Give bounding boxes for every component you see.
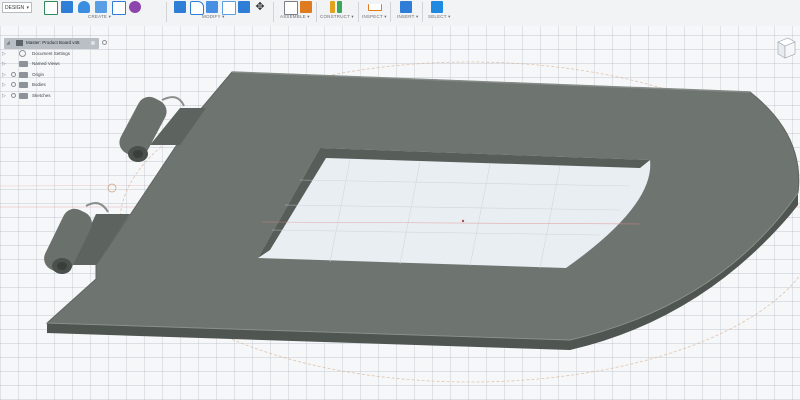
origin-point	[461, 219, 465, 223]
collapse-caret-icon[interactable]: ◢	[6, 40, 10, 46]
box-icon[interactable]	[112, 1, 126, 15]
folder-icon	[19, 71, 28, 78]
expand-caret-icon[interactable]: ▷	[2, 82, 6, 88]
folder-icon	[19, 92, 28, 99]
construct-menu[interactable]: CONSTRUCT ▾	[320, 14, 354, 20]
browser-item-bodies[interactable]: ▷ Bodies	[0, 80, 112, 91]
browser-item-named-views[interactable]: ▷ Named Views	[0, 59, 112, 70]
fillet-icon[interactable]	[190, 1, 204, 15]
revolve-icon[interactable]	[78, 1, 90, 13]
pin-icon[interactable]	[102, 40, 107, 45]
chamfer-icon[interactable]	[206, 1, 218, 13]
browser-item-label: Origin	[32, 71, 45, 77]
create-menu[interactable]: CREATE ▾	[88, 14, 111, 20]
viewcube-icon[interactable]	[774, 36, 796, 60]
assemble-menu[interactable]: ASSEMBLE ▾	[280, 14, 310, 20]
active-indicator-icon	[91, 41, 95, 45]
3d-viewport[interactable]: ◢ Master: Product Board v45 ▷ Document S…	[0, 26, 800, 400]
toolbar-divider	[316, 2, 317, 22]
browser-item-label: Named Views	[32, 61, 60, 66]
inspect-menu[interactable]: INSPECT ▾	[362, 14, 387, 20]
pivot-marker	[107, 183, 117, 193]
new-component-icon[interactable]	[284, 1, 298, 15]
insert-menu[interactable]: INSERT ▾	[397, 14, 418, 20]
extrude-icon[interactable]	[61, 1, 73, 13]
browser-item-label: Sketches	[32, 92, 51, 98]
visibility-icon[interactable]	[11, 82, 16, 87]
visibility-icon[interactable]	[11, 92, 16, 98]
expand-caret-icon[interactable]: ▷	[2, 61, 6, 67]
workspace-dropdown[interactable]: DESIGN ▾	[2, 2, 32, 13]
axis-icon[interactable]	[337, 1, 342, 13]
insert-image-icon[interactable]	[400, 1, 412, 13]
visibility-icon[interactable]	[11, 71, 16, 77]
chevron-down-icon: ▾	[26, 5, 29, 11]
expand-caret-icon[interactable]: ▷	[2, 51, 6, 57]
browser-root-item[interactable]: ◢ Master: Product Board v45	[4, 38, 99, 49]
toolbar-divider	[422, 2, 423, 22]
browser-item-label: Bodies	[32, 82, 46, 87]
modify-group: ✥ MODIFY ▾	[170, 0, 280, 26]
toolbar-divider	[390, 2, 391, 22]
toolbar-divider	[166, 2, 167, 22]
toolbar-divider	[273, 2, 274, 22]
browser-item-document-settings[interactable]: ▷ Document Settings	[0, 49, 112, 60]
expand-caret-icon[interactable]: ▷	[2, 93, 6, 99]
component-icon	[16, 40, 23, 46]
browser-panel: ◢ Master: Product Board v45 ▷ Document S…	[0, 38, 112, 101]
move-icon[interactable]: ✥	[254, 1, 266, 13]
form-icon[interactable]	[129, 1, 141, 13]
sweep-icon[interactable]	[95, 1, 107, 13]
toolbar: DESIGN ▾ CREATE ▾ ✥ MODIFY ▾ ASSEMBLE ▾ …	[0, 0, 800, 27]
browser-item-sketches[interactable]: ▷ Sketches	[0, 91, 112, 102]
folder-icon	[19, 61, 28, 67]
model-canvas	[0, 61, 800, 383]
insert-group: INSERT ▾	[394, 0, 424, 26]
toolbar-divider	[358, 2, 359, 22]
folder-icon	[19, 82, 28, 88]
browser-item-origin[interactable]: ▷ Origin	[0, 70, 112, 81]
select-group: SELECT ▾	[426, 0, 456, 26]
inspect-group: INSPECT ▾	[360, 0, 392, 26]
modify-menu[interactable]: MODIFY ▾	[202, 14, 225, 20]
offset-plane-icon[interactable]	[330, 1, 335, 13]
scale-icon[interactable]	[238, 1, 250, 13]
workspace-label: DESIGN	[5, 5, 25, 11]
select-menu[interactable]: SELECT ▾	[428, 14, 451, 20]
measure-icon[interactable]	[368, 4, 382, 11]
shell-icon[interactable]	[222, 1, 236, 15]
browser-item-label: Document Settings	[32, 50, 71, 56]
gear-icon	[19, 50, 26, 57]
browser-root-label: Master: Product Board v45	[26, 40, 80, 45]
sketch-icon[interactable]	[44, 1, 58, 15]
select-icon[interactable]	[431, 1, 443, 13]
press-pull-icon[interactable]	[174, 1, 186, 13]
joint-icon[interactable]	[300, 1, 312, 13]
create-group: CREATE ▾	[40, 0, 180, 26]
expand-caret-icon[interactable]: ▷	[2, 72, 6, 78]
